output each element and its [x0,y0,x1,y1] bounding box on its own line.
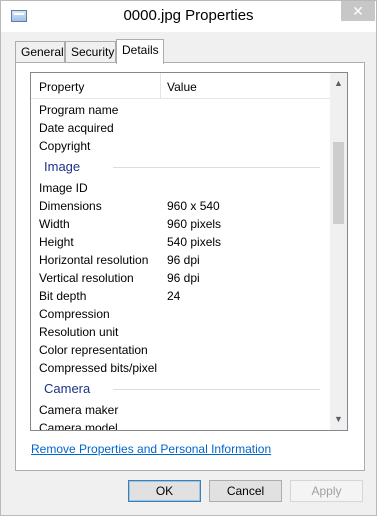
list-item[interactable]: Program name [31,101,330,119]
group-divider [113,167,320,168]
property-name: Program name [39,103,119,117]
list-item[interactable]: Dimensions 960 x 540 [31,197,330,215]
details-panel: Property Value Program name Date acquire… [15,62,365,471]
property-name: Height [39,235,74,249]
tab-security[interactable]: Security [65,41,116,63]
close-button[interactable]: ✕ [341,1,375,21]
list-item[interactable]: Bit depth 24 [31,287,330,305]
cancel-button[interactable]: Cancel [209,480,282,502]
property-value: 960 x 540 [167,199,220,213]
list-item[interactable]: Copyright [31,137,330,155]
tab-details[interactable]: Details [116,39,164,64]
apply-button[interactable]: Apply [290,480,363,502]
group-divider [113,389,320,390]
remove-properties-link[interactable]: Remove Properties and Personal Informati… [31,442,271,456]
column-header-value[interactable]: Value [167,80,197,94]
column-header-property[interactable]: Property [39,80,84,94]
list-item[interactable]: Height 540 pixels [31,233,330,251]
column-separator[interactable] [160,73,161,99]
list-item[interactable]: Horizontal resolution 96 dpi [31,251,330,269]
property-name: Resolution unit [39,325,119,339]
list-item[interactable]: Width 960 pixels [31,215,330,233]
ok-button[interactable]: OK [128,480,201,502]
property-name: Compressed bits/pixel [39,361,158,375]
property-value: 24 [167,289,181,303]
property-name: Compression [39,307,110,321]
property-value: 960 pixels [167,217,222,231]
property-name: Camera model [39,421,118,431]
property-name: Bit depth [39,289,87,303]
property-name: Color representation [39,343,148,357]
list-item[interactable]: Camera maker [31,401,330,419]
list-item[interactable]: Compressed bits/pixel [31,359,330,377]
list-header: Property Value [31,73,330,99]
property-name: Width [39,217,70,231]
list-item[interactable]: Camera model [31,419,330,431]
list-item[interactable]: Vertical resolution 96 dpi [31,269,330,287]
property-name: Date acquired [39,121,114,135]
title-bar: 0000.jpg Properties ✕ [1,1,376,32]
property-value: 96 dpi [167,271,200,285]
scroll-down-icon[interactable]: ▼ [330,411,347,428]
property-name: Copyright [39,139,91,153]
scroll-up-icon[interactable]: ▲ [330,75,347,92]
vertical-scrollbar[interactable]: ▲ ▼ [330,73,347,430]
property-name: Horizontal resolution [39,253,149,267]
group-header-image: Image [31,155,330,179]
property-value: 96 dpi [167,253,200,267]
group-label: Camera [44,381,95,396]
list-item[interactable]: Resolution unit [31,323,330,341]
list-item[interactable]: Image ID [31,179,330,197]
scrollbar-thumb[interactable] [333,142,344,224]
property-name: Image ID [39,181,88,195]
list-item[interactable]: Color representation [31,341,330,359]
rows-container: Program name Date acquired Copyright Ima… [31,101,330,431]
group-header-camera: Camera [31,377,330,401]
window-title: 0000.jpg Properties [123,7,254,24]
property-name: Dimensions [39,199,102,213]
group-label: Image [44,159,85,174]
list-item[interactable]: Date acquired [31,119,330,137]
properties-window: 0000.jpg Properties ✕ General Security D… [0,0,377,516]
property-name: Vertical resolution [39,271,134,285]
property-name: Camera maker [39,403,119,417]
list-item[interactable]: Compression [31,305,330,323]
property-value: 540 pixels [167,235,222,249]
details-list[interactable]: Property Value Program name Date acquire… [30,72,348,431]
tab-general[interactable]: General [15,41,65,63]
